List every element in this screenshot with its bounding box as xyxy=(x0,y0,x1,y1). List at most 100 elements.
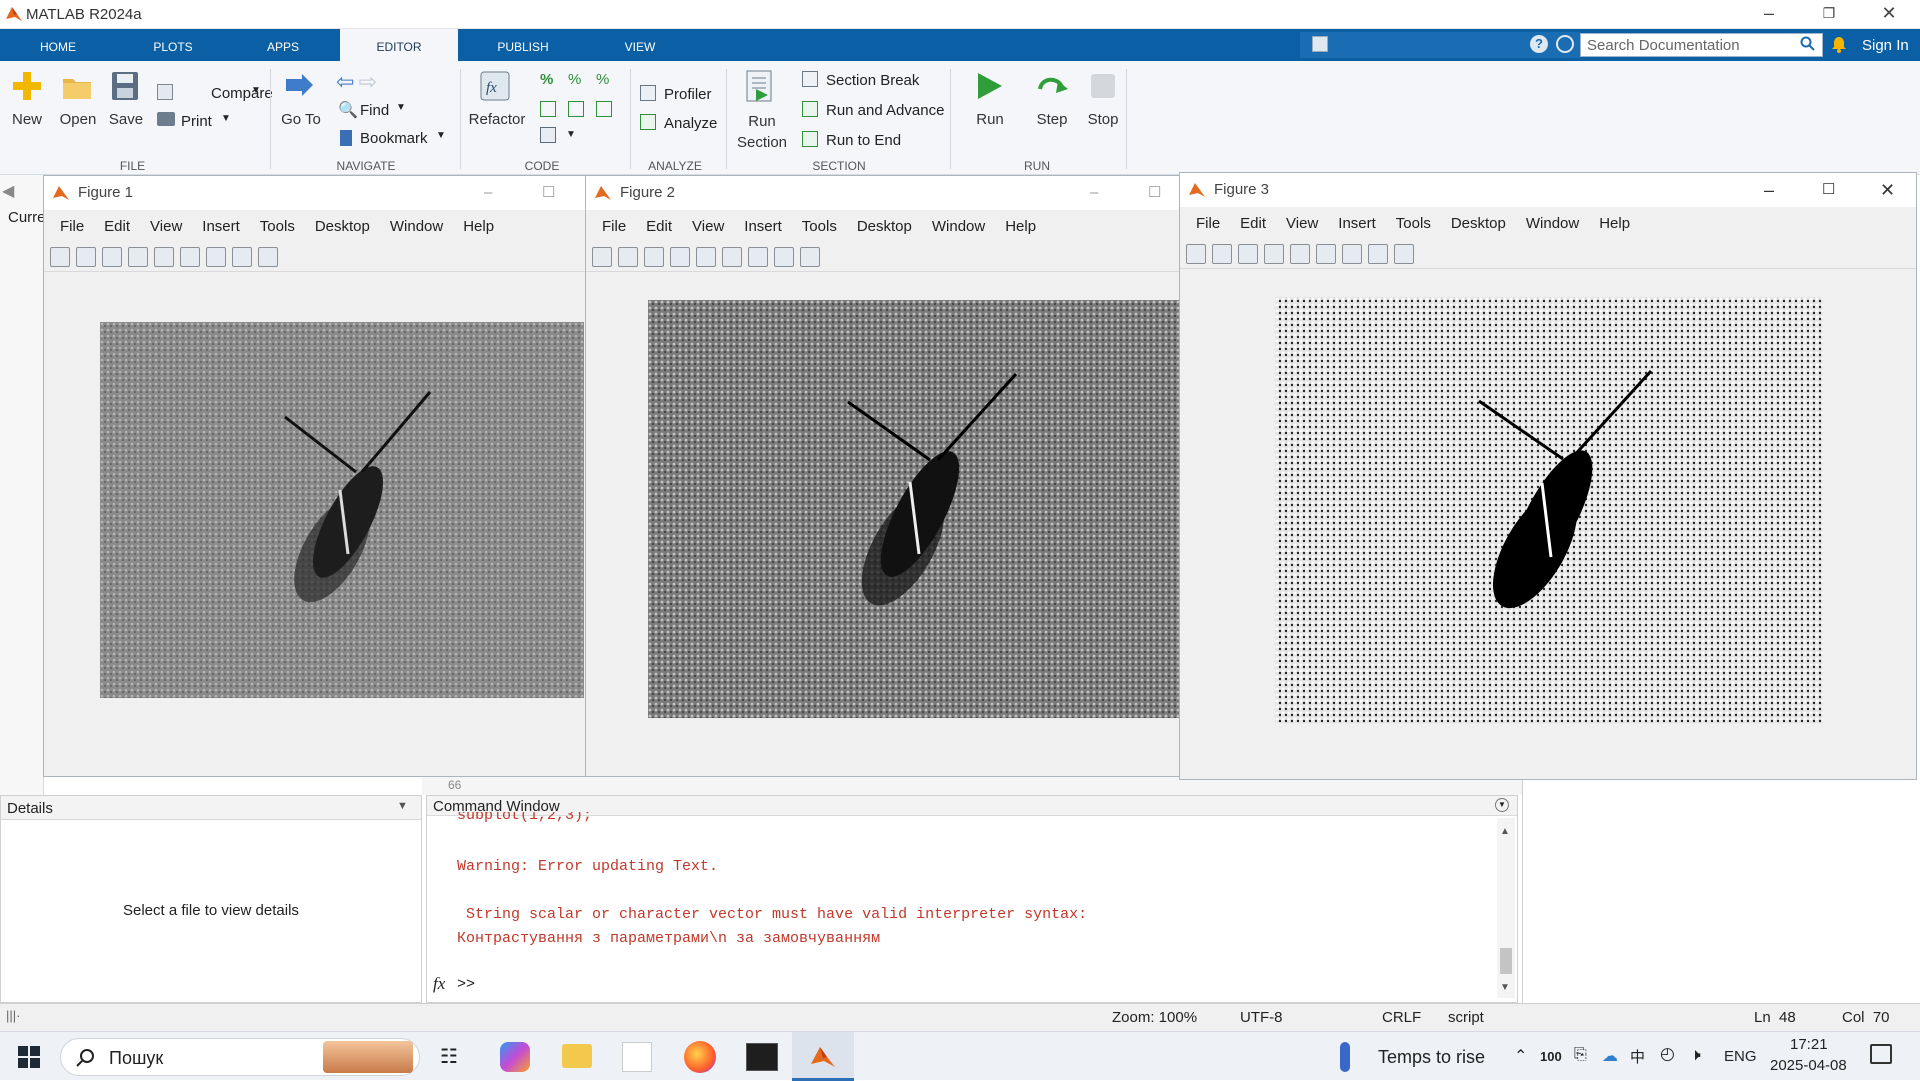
onedrive-icon[interactable]: ☁ xyxy=(1602,1046,1618,1066)
figure-menu-item[interactable]: Window xyxy=(1516,215,1589,232)
fx-icon[interactable]: fx xyxy=(433,974,445,994)
run-section-button[interactable] xyxy=(744,69,776,107)
details-header[interactable]: Details ▼ xyxy=(1,796,421,820)
tab-home[interactable]: HOME xyxy=(20,29,96,61)
save-figure-icon[interactable] xyxy=(644,246,664,267)
help-icon[interactable]: ? xyxy=(1530,35,1548,53)
matlab-taskbar-button[interactable] xyxy=(792,1032,854,1081)
nav-back-icon[interactable]: ◀ xyxy=(2,181,14,201)
wifi-icon[interactable]: ◴ xyxy=(1660,1044,1675,1064)
legend-icon[interactable] xyxy=(1342,243,1362,264)
scroll-up-icon[interactable]: ▲ xyxy=(1500,826,1510,837)
maximize-icon[interactable]: ☐ xyxy=(1822,173,1835,207)
code-dropdown-icon[interactable]: ▼ xyxy=(566,129,576,140)
colorbar-icon[interactable] xyxy=(180,246,200,267)
figure-menu-item[interactable]: Desktop xyxy=(305,218,380,235)
figure-menu-item[interactable]: Window xyxy=(380,218,453,235)
new-button[interactable] xyxy=(10,69,46,107)
maximize-icon[interactable]: ☐ xyxy=(1148,176,1161,210)
goto-button[interactable] xyxy=(283,71,317,105)
save-button[interactable] xyxy=(108,69,142,107)
figure-menu-item[interactable]: File xyxy=(592,218,636,235)
new-figure-icon[interactable] xyxy=(592,246,612,267)
figure-menu-item[interactable]: Edit xyxy=(94,218,140,235)
figure-menu-item[interactable]: Tools xyxy=(792,218,847,235)
print-button[interactable]: Print ▼ xyxy=(155,109,263,131)
figure-menu-item[interactable]: Desktop xyxy=(847,218,922,235)
refactor-button[interactable]: fx xyxy=(478,69,512,107)
taskbar-search-box[interactable]: Пошук xyxy=(60,1038,420,1076)
figure-menu-item[interactable]: Insert xyxy=(192,218,250,235)
open-button[interactable] xyxy=(60,69,94,107)
microsoft-store-icon[interactable] xyxy=(622,1042,652,1072)
link-plot-icon[interactable] xyxy=(154,246,174,267)
open-file-icon[interactable] xyxy=(618,246,638,267)
wrap-comments-icon[interactable]: % xyxy=(596,71,609,88)
colorbar-icon[interactable] xyxy=(722,246,742,267)
task-view-icon[interactable]: ☷ xyxy=(440,1044,458,1069)
step-button[interactable] xyxy=(1036,69,1070,107)
command-scrollbar[interactable]: ▲ ▼ xyxy=(1497,818,1515,998)
minimize-icon[interactable]: – xyxy=(1764,173,1774,207)
minimize-icon[interactable]: – xyxy=(1090,176,1098,210)
volume-icon[interactable]: 🕨 xyxy=(1690,1045,1701,1065)
command-window-menu-icon[interactable]: ▼ xyxy=(1495,798,1509,812)
figure-menu-item[interactable]: File xyxy=(50,218,94,235)
smart-indent-icon[interactable] xyxy=(540,101,556,117)
community-icon[interactable] xyxy=(1556,35,1574,53)
details-collapse-icon[interactable]: ▼ xyxy=(397,800,408,812)
clock-date[interactable]: 2025-04-08 xyxy=(1770,1057,1847,1074)
figure-menu-item[interactable]: Tools xyxy=(1386,215,1441,232)
sign-in-link[interactable]: Sign In xyxy=(1862,37,1909,54)
run-button[interactable] xyxy=(972,69,1006,107)
property-editor-icon[interactable] xyxy=(258,246,278,267)
command-window[interactable]: Command Window ▼ subplot(1,2,3); Warning… xyxy=(426,795,1518,1003)
figure-menu-item[interactable]: Edit xyxy=(1230,215,1276,232)
link-plot-icon[interactable] xyxy=(1290,243,1310,264)
figure-menu-item[interactable]: Insert xyxy=(734,218,792,235)
file-explorer-icon[interactable] xyxy=(562,1044,592,1068)
new-figure-icon[interactable] xyxy=(1186,243,1206,264)
outdent-icon[interactable] xyxy=(596,101,612,117)
link-plot-icon[interactable] xyxy=(696,246,716,267)
minimize-icon[interactable]: – xyxy=(484,176,492,210)
figure-menu-item[interactable]: View xyxy=(140,218,192,235)
tray-chevron-icon[interactable]: ⌃ xyxy=(1514,1046,1527,1066)
maximize-icon[interactable]: ☐ xyxy=(542,176,555,210)
figure-window-1[interactable]: Figure 1 – ☐ File Edit View Insert Tools Desk… xyxy=(43,175,603,777)
language-indicator[interactable]: ENG xyxy=(1724,1048,1757,1065)
minimize-button[interactable]: – xyxy=(1740,0,1798,29)
analyze-button[interactable]: Analyze xyxy=(638,112,722,134)
indent-icon[interactable] xyxy=(568,101,584,117)
save-quick-icon[interactable] xyxy=(1312,36,1328,52)
figure-menu-item[interactable]: Edit xyxy=(636,218,682,235)
figure-menu-item[interactable]: Window xyxy=(922,218,995,235)
open-file-icon[interactable] xyxy=(76,246,96,267)
forward-arrow-icon[interactable]: ⇨ xyxy=(359,69,377,94)
uncomment-icon[interactable]: % xyxy=(568,71,581,88)
colorbar-icon[interactable] xyxy=(1316,243,1336,264)
stop-button[interactable] xyxy=(1086,69,1120,107)
firefox-icon[interactable] xyxy=(684,1041,716,1073)
new-figure-icon[interactable] xyxy=(50,246,70,267)
weather-text[interactable]: Temps to rise xyxy=(1378,1047,1485,1068)
tray-device-icon[interactable]: ⎘ xyxy=(1574,1046,1587,1064)
scroll-down-icon[interactable]: ▼ xyxy=(1500,982,1510,993)
figure-menu-item[interactable]: Help xyxy=(453,218,504,235)
notifications-icon[interactable] xyxy=(1870,1044,1892,1064)
find-button[interactable]: 🔍 Find ▼ xyxy=(336,100,436,122)
windows-start-icon[interactable] xyxy=(18,1046,40,1068)
clock-time[interactable]: 17:21 xyxy=(1790,1036,1828,1053)
pointer-icon[interactable] xyxy=(774,246,794,267)
legend-icon[interactable] xyxy=(206,246,226,267)
figure-menu-item[interactable]: Insert xyxy=(1328,215,1386,232)
pointer-icon[interactable] xyxy=(232,246,252,267)
figure-menu-item[interactable]: Help xyxy=(1589,215,1640,232)
run-to-end-button[interactable]: Run to End xyxy=(800,129,948,151)
pointer-icon[interactable] xyxy=(1368,243,1388,264)
figure-menu-item[interactable]: View xyxy=(1276,215,1328,232)
tab-view[interactable]: VIEW xyxy=(600,29,680,61)
section-break-button[interactable]: Section Break xyxy=(800,69,948,91)
terminal-icon[interactable] xyxy=(746,1043,778,1071)
tab-apps[interactable]: APPS xyxy=(245,29,321,61)
